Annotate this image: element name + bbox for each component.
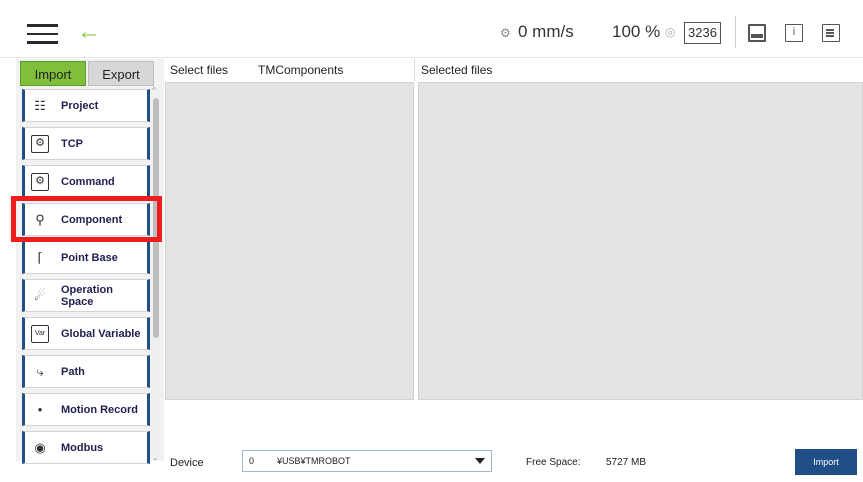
selected-files-header: Selected files: [421, 59, 493, 81]
sidebar-item-label: Motion Record: [61, 403, 138, 416]
label-line-1: Operation: [61, 283, 113, 296]
select-files-header: Select files: [170, 59, 229, 81]
sidebar-item-label: Modbus: [61, 441, 104, 454]
command-icon: ⚙: [31, 173, 49, 191]
sidebar-item-component[interactable]: ⚲ Component: [22, 203, 150, 236]
select-files-panel[interactable]: [165, 82, 414, 400]
sidebar-item-label: Point Base: [61, 251, 118, 264]
project-icon: ☷: [34, 98, 46, 113]
visual-icon: ◎: [665, 25, 676, 39]
device-label: Device: [170, 457, 204, 469]
sidebar-item-label: Path: [61, 365, 85, 378]
divider: [414, 59, 415, 81]
sidebar-item-label: Component: [61, 213, 123, 226]
point-base-icon: ⌈: [37, 250, 43, 265]
device-select[interactable]: 0 ¥USB¥TMROBOT: [242, 450, 492, 472]
component-icon: ⚲: [35, 212, 45, 227]
label-line-2: Space: [61, 295, 94, 308]
path-icon: ⤷: [36, 364, 44, 379]
speed-readout: 0 mm/s: [518, 22, 574, 41]
tab-import[interactable]: Import: [20, 61, 86, 86]
sidebar-item-modbus[interactable]: ◉ Modbus: [22, 431, 150, 464]
sidebar-item-operation-space[interactable]: ☄ Operation Space: [22, 279, 150, 312]
chevron-down-icon: [475, 458, 485, 464]
back-arrow-icon[interactable]: ←: [77, 20, 101, 44]
scroll-down-icon[interactable]: ⌄: [152, 453, 159, 462]
tm-components-header: TMComponents: [258, 59, 344, 81]
display-icon[interactable]: [748, 24, 766, 42]
log-icon[interactable]: [822, 24, 840, 42]
sidebar-scrollbar[interactable]: ^ ⌄: [151, 86, 161, 462]
sidebar-item-motion-record[interactable]: • Motion Record: [22, 393, 150, 426]
free-space-label: Free Space:: [526, 457, 581, 468]
selected-files-panel[interactable]: [418, 82, 863, 400]
tab-export[interactable]: Export: [88, 61, 154, 86]
menu-icon[interactable]: [27, 24, 58, 44]
sidebar-item-tcp[interactable]: ⚙ TCP: [22, 127, 150, 160]
sidebar-item-label: Project: [61, 99, 99, 112]
import-export-tabs: Import Export: [20, 61, 162, 86]
sidebar-item-command[interactable]: ⚙ Command: [22, 165, 150, 198]
sidebar-item-project[interactable]: ☷ Project: [22, 89, 150, 122]
sidebar-item-label: TCP: [61, 137, 83, 150]
sidebar-item-global-variable[interactable]: Var Global Variable: [22, 317, 150, 350]
sidebar-item-path[interactable]: ⤷ Path: [22, 355, 150, 388]
scroll-up-icon[interactable]: ^: [152, 86, 156, 95]
sidebar-item-label: Operation Space: [61, 280, 113, 311]
left-panel: Import Export ☷ Project ⚙ TCP ⚙ Command …: [16, 59, 164, 464]
device-number: 0: [249, 456, 255, 466]
sidebar-item-label: Command: [61, 175, 115, 188]
sidebar-item-point-base[interactable]: ⌈ Point Base: [22, 241, 150, 274]
robot-speed-icon: ⚙: [500, 26, 511, 40]
device-path: ¥USB¥TMROBOT: [277, 456, 351, 466]
counter-badge: 3236: [684, 22, 721, 44]
tcp-icon: ⚙: [31, 135, 49, 153]
info-icon[interactable]: i: [785, 24, 803, 42]
divider: [735, 16, 736, 48]
global-variable-icon: Var: [31, 325, 49, 343]
motion-record-icon: •: [37, 402, 43, 417]
sidebar-item-label: Global Variable: [61, 327, 141, 340]
speed-percent: 100 %: [612, 22, 661, 41]
scroll-thumb[interactable]: [153, 98, 159, 338]
modbus-icon: ◉: [34, 440, 46, 455]
operation-space-icon: ☄: [34, 288, 46, 303]
free-space-value: 5727 MB: [606, 457, 647, 468]
import-button[interactable]: Import: [795, 449, 857, 475]
top-bar: ← ⚙ 0 mm/s 100 % ◎ 3236 i: [0, 0, 863, 58]
